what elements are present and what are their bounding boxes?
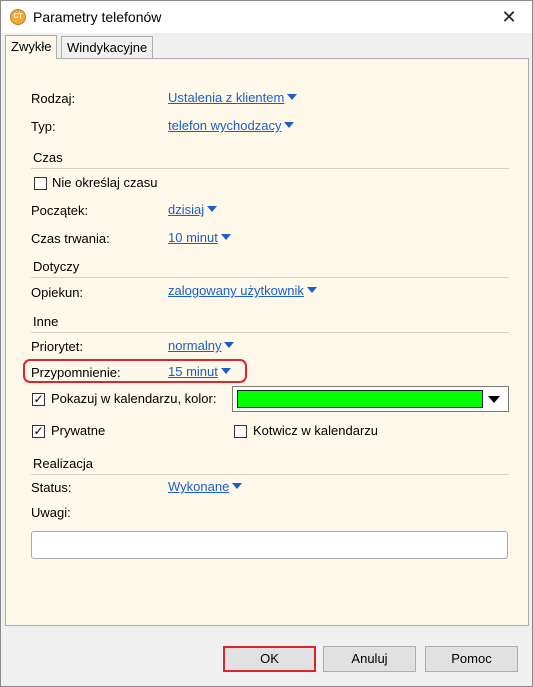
- poczatek-dropdown[interactable]: dzisiaj: [168, 202, 218, 217]
- priorytet-label: Priorytet:: [31, 339, 84, 354]
- poczatek-label: Początek:: [31, 203, 89, 218]
- chevron-down-icon: [284, 122, 295, 128]
- ok-button[interactable]: OK: [223, 646, 316, 672]
- chevron-down-icon: [207, 206, 218, 212]
- kotwicz-label: Kotwicz w kalendarzu: [253, 423, 378, 438]
- priorytet-value: normalny: [168, 338, 222, 353]
- status-label: Status:: [31, 480, 72, 495]
- rodzaj-value: Ustalenia z klientem: [168, 90, 285, 105]
- opiekun-label: Opiekun:: [31, 285, 84, 300]
- chevron-down-icon: [306, 287, 317, 293]
- priorytet-dropdown[interactable]: normalny: [168, 338, 235, 353]
- status-value: Wykonane: [168, 479, 230, 494]
- separator: [31, 332, 509, 333]
- title-bar: CT Parametry telefonów ✕: [1, 1, 532, 33]
- chevron-down-icon: [232, 483, 243, 489]
- section-dotyczy: Dotyczy: [33, 259, 80, 274]
- separator: [31, 277, 509, 278]
- przypomnienie-value: 15 minut: [168, 364, 218, 379]
- close-icon[interactable]: ✕: [486, 1, 532, 33]
- poczatek-value: dzisiaj: [168, 202, 205, 217]
- pokazuj-checkbox[interactable]: ✓: [32, 393, 45, 406]
- chevron-down-icon: [224, 342, 235, 348]
- separator: [31, 474, 509, 475]
- chevron-down-icon: [488, 396, 500, 403]
- dialog-window: CT Parametry telefonów ✕ Zwykłe Windykac…: [0, 0, 533, 687]
- czas-trwania-label: Czas trwania:: [31, 231, 110, 246]
- typ-dropdown[interactable]: telefon wychodzacy: [168, 118, 295, 133]
- tab-windykacyjne[interactable]: Windykacyjne: [61, 36, 154, 58]
- rodzaj-dropdown[interactable]: Ustalenia z klientem: [168, 90, 298, 105]
- anuluj-button[interactable]: Anuluj: [323, 646, 416, 672]
- typ-value: telefon wychodzacy: [168, 118, 282, 133]
- chevron-down-icon: [220, 368, 231, 374]
- nie-okreslaj-checkbox[interactable]: [34, 177, 47, 190]
- uwagi-label: Uwagi:: [31, 505, 71, 520]
- kotwicz-checkbox[interactable]: [234, 425, 247, 438]
- prywatne-label: Prywatne: [51, 423, 106, 438]
- rodzaj-label: Rodzaj:: [31, 91, 76, 106]
- czas-trwania-value: 10 minut: [168, 230, 218, 245]
- pokazuj-label: Pokazuj w kalendarzu, kolor:: [51, 391, 217, 406]
- section-realizacja: Realizacja: [33, 456, 93, 471]
- nie-okreslaj-label: Nie określaj czasu: [52, 175, 158, 190]
- typ-label: Typ:: [31, 119, 56, 134]
- przypomnienie-dropdown[interactable]: 15 minut: [168, 364, 231, 379]
- window-title: Parametry telefonów: [33, 9, 162, 25]
- app-icon: CT: [10, 9, 26, 25]
- czas-trwania-dropdown[interactable]: 10 minut: [168, 230, 231, 245]
- separator: [31, 168, 509, 169]
- przypomnienie-label: Przypomnienie:: [31, 365, 121, 380]
- tab-zwykle[interactable]: Zwykłe: [5, 35, 58, 59]
- chevron-down-icon: [220, 234, 231, 240]
- section-inne: Inne: [33, 314, 59, 329]
- color-select[interactable]: [232, 386, 509, 412]
- prywatne-checkbox[interactable]: ✓: [32, 425, 45, 438]
- opiekun-dropdown[interactable]: zalogowany użytkownik: [168, 283, 317, 298]
- status-dropdown[interactable]: Wykonane: [168, 479, 243, 494]
- pomoc-button[interactable]: Pomoc: [425, 646, 518, 672]
- section-czas: Czas: [33, 150, 63, 165]
- opiekun-value: zalogowany użytkownik: [168, 283, 304, 298]
- color-swatch: [237, 390, 483, 408]
- uwagi-input[interactable]: [31, 531, 508, 559]
- chevron-down-icon: [287, 94, 298, 100]
